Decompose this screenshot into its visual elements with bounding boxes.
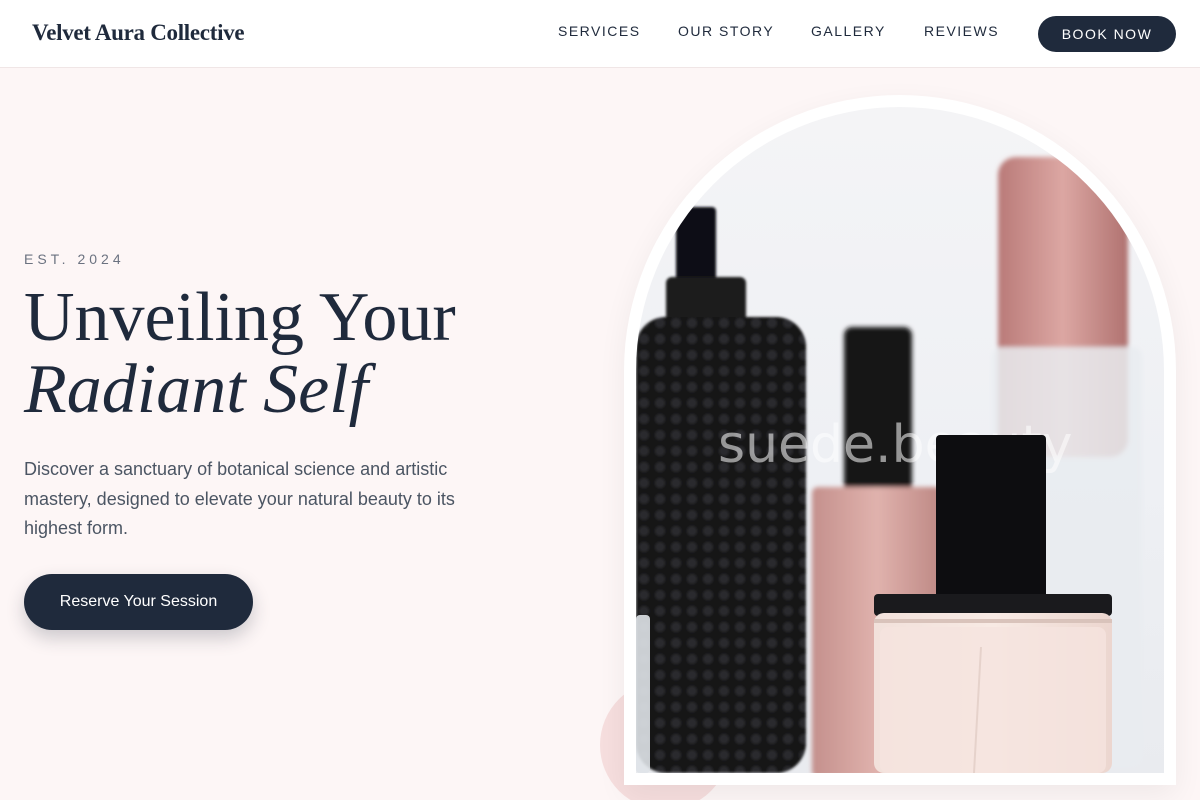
hero-title: Unveiling Your Radiant Self (24, 282, 456, 426)
nav-link-reviews[interactable]: REVIEWS (924, 23, 999, 39)
book-now-button[interactable]: BOOK NOW (1038, 16, 1176, 52)
hero-title-line2: Radiant Self (24, 351, 369, 428)
black-textured-bottle (636, 207, 806, 773)
nav-link-gallery[interactable]: GALLERY (811, 23, 886, 39)
nav-link-our-story[interactable]: OUR STORY (678, 23, 774, 39)
hero-eyebrow: EST. 2024 (24, 251, 125, 267)
reserve-session-button[interactable]: Reserve Your Session (24, 574, 253, 630)
brand-logo[interactable]: Velvet Aura Collective (32, 20, 245, 46)
nav-link-services[interactable]: SERVICES (558, 23, 641, 39)
hero-title-line1: Unveiling Your (24, 279, 456, 356)
hero-image-frame: suede.beauty (624, 95, 1176, 785)
top-navigation: Velvet Aura Collective SERVICES OUR STOR… (0, 0, 1200, 68)
hero-product-photo: suede.beauty (636, 107, 1164, 773)
hero-description: Discover a sanctuary of botanical scienc… (24, 459, 455, 538)
